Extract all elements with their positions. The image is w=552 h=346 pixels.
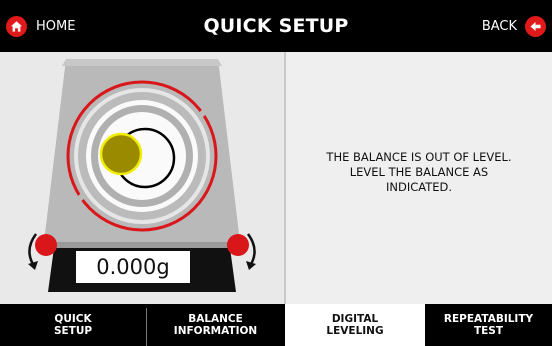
rotate-counterclockwise-arrow-icon: [28, 233, 38, 270]
tab-repeatability-test[interactable]: REPEATABILITY TEST: [425, 304, 552, 346]
right-leveling-foot: [227, 234, 249, 256]
message-line-2: LEVEL THE BALANCE AS: [349, 165, 489, 179]
quick-setup-screen: HOME QUICK SETUP BACK 0.000g THE BALANCE…: [0, 0, 552, 346]
message-line-3: INDICATED.: [385, 180, 453, 194]
back-label: BACK: [481, 18, 517, 34]
rotate-clockwise-arrow-icon: [246, 233, 256, 270]
tab-label-line1: DIGITAL: [331, 313, 379, 325]
tab-label-line2: SETUP: [53, 325, 93, 337]
weight-readout: 0.000g: [74, 249, 192, 285]
header-bar: HOME QUICK SETUP BACK: [0, 0, 552, 52]
tab-label-line2: TEST: [473, 325, 504, 337]
tab-balance-information[interactable]: BALANCE INFORMATION: [147, 304, 284, 346]
tab-quick-setup[interactable]: QUICK SETUP: [0, 304, 146, 346]
page-title: QUICK SETUP: [203, 15, 349, 37]
left-leveling-foot: [35, 234, 57, 256]
tab-label-line1: REPEATABILITY: [443, 313, 534, 325]
instruction-panel: THE BALANCE IS OUT OF LEVEL. LEVEL THE B…: [286, 52, 552, 304]
level-bubble: [99, 132, 143, 176]
tab-label-line2: INFORMATION: [173, 325, 258, 337]
tab-label-line1: BALANCE: [188, 313, 243, 325]
level-message: THE BALANCE IS OUT OF LEVEL. LEVEL THE B…: [286, 150, 552, 195]
bottom-tab-bar: QUICK SETUP BALANCE INFORMATION DIGITAL …: [0, 304, 552, 346]
back-arrow-icon: [525, 15, 546, 37]
tab-digital-leveling[interactable]: DIGITAL LEVELING: [285, 304, 425, 346]
message-line-1: THE BALANCE IS OUT OF LEVEL.: [326, 150, 512, 164]
tab-label-line1: QUICK: [54, 313, 92, 325]
scale-panel: 0.000g: [0, 52, 284, 304]
back-button[interactable]: BACK: [482, 0, 546, 52]
tab-label-line2: LEVELING: [326, 325, 384, 337]
